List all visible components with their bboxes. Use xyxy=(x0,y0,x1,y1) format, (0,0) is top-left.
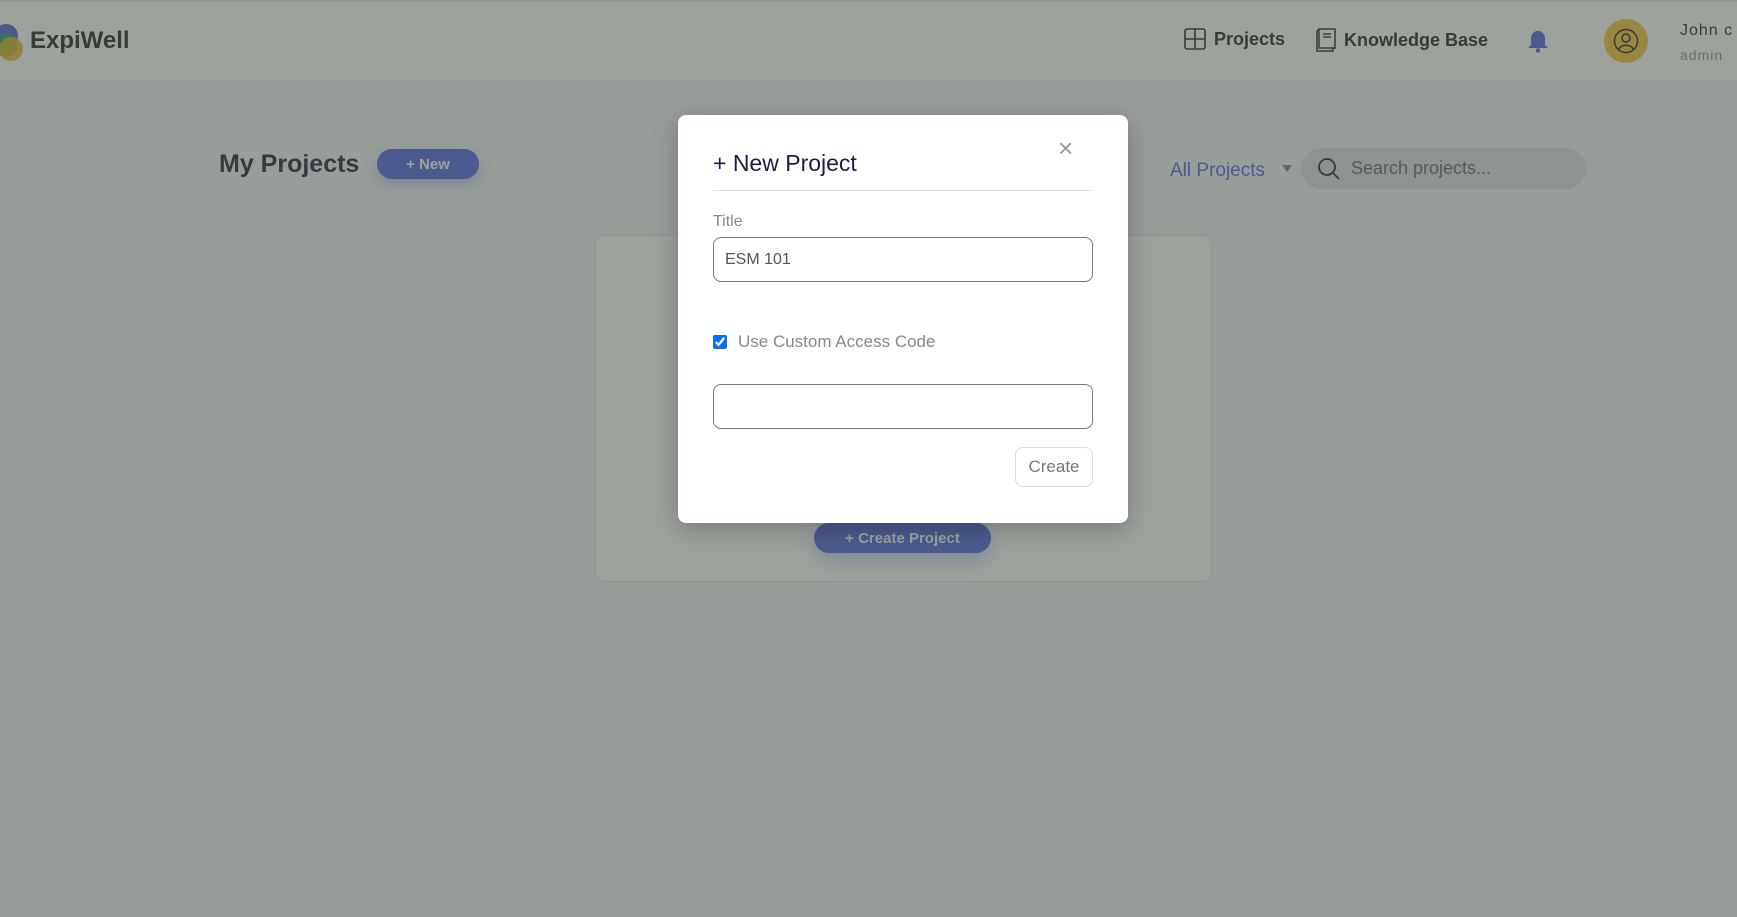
custom-access-code-label[interactable]: Use Custom Access Code xyxy=(738,332,935,352)
access-code-input[interactable] xyxy=(713,384,1093,429)
title-input[interactable] xyxy=(713,237,1093,282)
create-button[interactable]: Create xyxy=(1015,447,1093,487)
modal-title: + New Project xyxy=(713,150,857,176)
custom-access-code-row: Use Custom Access Code xyxy=(713,332,935,352)
new-project-modal: + New Project × Title Use Custom Access … xyxy=(678,115,1128,523)
close-icon[interactable]: × xyxy=(1058,135,1073,161)
custom-access-code-checkbox[interactable] xyxy=(713,335,727,349)
title-label: Title xyxy=(713,213,743,230)
modal-divider xyxy=(713,190,1093,191)
